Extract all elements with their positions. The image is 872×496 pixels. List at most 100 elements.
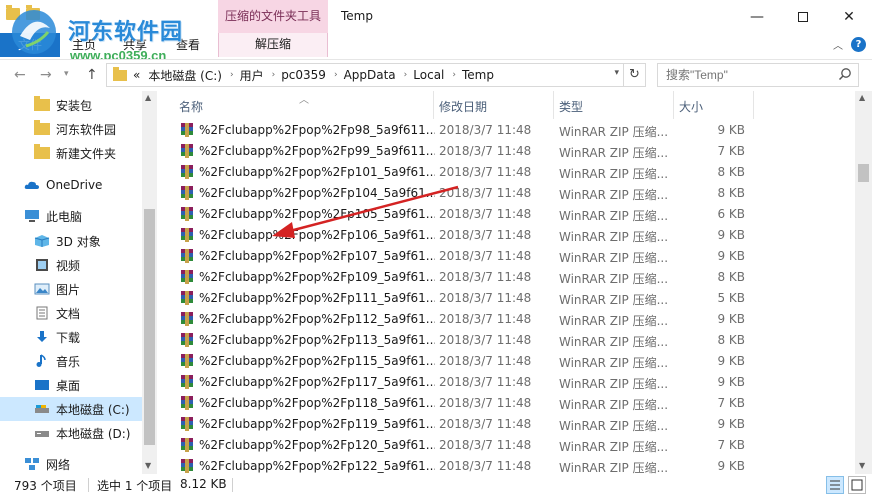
network-icon	[25, 458, 39, 470]
breadcrumb-separator-icon[interactable]: ›	[404, 70, 408, 80]
minimize-button[interactable]: —	[734, 0, 780, 33]
table-row[interactable]: %2Fclubapp%2Fpop%2Fp111_5a9f61... 2018/3/…	[157, 288, 855, 309]
sidebar-item-network[interactable]: 网络	[0, 452, 142, 474]
winrar-archive-icon	[181, 354, 193, 368]
sidebar-item-documents[interactable]: 文档	[0, 301, 142, 325]
scroll-down-icon[interactable]: ▼	[145, 461, 151, 470]
watermark-logo-icon	[12, 10, 56, 54]
sidebar-scrollbar[interactable]: ▲ ▼	[142, 91, 157, 474]
file-date: 2018/3/7 11:48	[439, 375, 532, 389]
address-bar[interactable]: « 本地磁盘 (C:) › 用户 › pc0359 › AppData › Lo…	[106, 63, 646, 87]
file-list-scrollbar[interactable]: ▲ ▼	[855, 91, 872, 474]
file-date: 2018/3/7 11:48	[439, 228, 532, 242]
table-row[interactable]: %2Fclubapp%2Fpop%2Fp105_5a9f61... 2018/3/…	[157, 204, 855, 225]
sidebar-item-music[interactable]: 音乐	[0, 349, 142, 373]
sidebar-item-desktop[interactable]: 桌面	[0, 373, 142, 397]
file-name: %2Fclubapp%2Fpop%2Fp120_5a9f61...	[199, 438, 435, 452]
sidebar-item-onedrive[interactable]: OneDrive	[0, 173, 142, 197]
breadcrumb-users[interactable]: 用户	[240, 67, 264, 84]
sidebar-item-drive-c[interactable]: 本地磁盘 (C:)	[0, 397, 142, 421]
forward-arrow-icon[interactable]: →	[40, 67, 52, 83]
sidebar-item-hedong[interactable]: 河东软件园	[0, 117, 142, 141]
table-row[interactable]: %2Fclubapp%2Fpop%2Fp120_5a9f61... 2018/3/…	[157, 435, 855, 456]
table-row[interactable]: %2Fclubapp%2Fpop%2Fp98_5a9f611... 2018/3/…	[157, 120, 855, 141]
table-row[interactable]: %2Fclubapp%2Fpop%2Fp115_5a9f61... 2018/3/…	[157, 351, 855, 372]
column-header-size[interactable]: 大小	[679, 98, 703, 115]
table-row[interactable]: %2Fclubapp%2Fpop%2Fp101_5a9f61... 2018/3/…	[157, 162, 855, 183]
breadcrumb-drive-c[interactable]: 本地磁盘 (C:)	[148, 67, 222, 84]
search-box[interactable]	[657, 63, 859, 87]
breadcrumb-appdata[interactable]: AppData	[344, 68, 396, 82]
column-divider[interactable]	[753, 91, 754, 119]
search-icon[interactable]	[838, 67, 852, 81]
breadcrumb-separator-icon[interactable]: ›	[230, 70, 234, 80]
column-header-name[interactable]: 名称	[179, 98, 203, 115]
table-row[interactable]: %2Fclubapp%2Fpop%2Fp117_5a9f61... 2018/3/…	[157, 372, 855, 393]
up-arrow-icon[interactable]: ↑	[86, 67, 98, 83]
breadcrumb-temp[interactable]: Temp	[462, 68, 494, 82]
large-icons-view-icon	[851, 479, 863, 491]
breadcrumb-pc0359[interactable]: pc0359	[281, 68, 326, 82]
sidebar-item-3d-objects[interactable]: 3D 对象	[0, 229, 142, 253]
sidebar-item-downloads[interactable]: 下载	[0, 325, 142, 349]
table-row[interactable]: %2Fclubapp%2Fpop%2Fp112_5a9f61... 2018/3/…	[157, 309, 855, 330]
breadcrumb-separator-icon[interactable]: ›	[272, 70, 276, 80]
file-date: 2018/3/7 11:48	[439, 354, 532, 368]
tab-extract[interactable]: 解压缩	[218, 33, 328, 57]
table-row[interactable]: %2Fclubapp%2Fpop%2Fp104_5a9f61... 2018/3/…	[157, 183, 855, 204]
breadcrumb-separator-icon[interactable]: ›	[452, 70, 456, 80]
sidebar-item-this-pc[interactable]: 此电脑	[0, 204, 142, 228]
winrar-archive-icon	[181, 207, 193, 221]
sidebar-item-new-folder[interactable]: 新建文件夹	[0, 141, 142, 165]
sidebar-item-installers[interactable]: 安装包	[0, 93, 142, 117]
sidebar-item-videos[interactable]: 视频	[0, 253, 142, 277]
back-arrow-icon[interactable]: ←	[14, 67, 26, 83]
sidebar-item-drive-d[interactable]: 本地磁盘 (D:)	[0, 421, 142, 445]
table-row[interactable]: %2Fclubapp%2Fpop%2Fp99_5a9f611... 2018/3/…	[157, 141, 855, 162]
file-type: WinRAR ZIP 压缩...	[559, 251, 669, 265]
table-row[interactable]: %2Fclubapp%2Fpop%2Fp119_5a9f61... 2018/3/…	[157, 414, 855, 435]
breadcrumb-separator-icon[interactable]: ›	[334, 70, 338, 80]
help-icon[interactable]: ?	[851, 37, 866, 52]
file-list-scroll-thumb[interactable]	[858, 164, 869, 182]
folder-icon	[34, 144, 50, 159]
documents-icon	[36, 306, 48, 320]
table-row[interactable]: %2Fclubapp%2Fpop%2Fp107_5a9f61... 2018/3/…	[157, 246, 855, 267]
column-header-type[interactable]: 类型	[559, 98, 583, 115]
breadcrumb-overflow[interactable]: «	[133, 68, 140, 82]
recent-locations-chevron-icon[interactable]: ▾	[64, 69, 69, 79]
column-divider[interactable]	[673, 91, 674, 119]
refresh-icon[interactable]: ↻	[623, 64, 645, 86]
address-dropdown-icon[interactable]: ▾	[614, 68, 619, 78]
table-row[interactable]: %2Fclubapp%2Fpop%2Fp118_5a9f61... 2018/3/…	[157, 393, 855, 414]
scroll-up-icon[interactable]: ▲	[145, 93, 151, 102]
search-input[interactable]	[666, 68, 836, 82]
breadcrumb-local[interactable]: Local	[413, 68, 444, 82]
file-name: %2Fclubapp%2Fpop%2Fp101_5a9f61...	[199, 165, 435, 179]
scroll-up-icon[interactable]: ▲	[859, 93, 865, 102]
file-name: %2Fclubapp%2Fpop%2Fp117_5a9f61...	[199, 375, 435, 389]
sidebar-scroll-thumb[interactable]	[144, 209, 155, 445]
table-row[interactable]: %2Fclubapp%2Fpop%2Fp113_5a9f61... 2018/3/…	[157, 330, 855, 351]
file-size: 5 KB	[717, 291, 745, 305]
file-type: WinRAR ZIP 压缩...	[559, 377, 669, 391]
maximize-button[interactable]	[780, 0, 826, 33]
column-divider[interactable]	[433, 91, 434, 119]
file-type: WinRAR ZIP 压缩...	[559, 188, 669, 202]
item-count: 793 个项目	[14, 479, 77, 493]
sort-ascending-icon: ︿	[299, 95, 309, 106]
winrar-archive-icon	[181, 396, 193, 410]
sidebar-item-pictures[interactable]: 图片	[0, 277, 142, 301]
large-icons-view-button[interactable]	[848, 476, 866, 494]
column-divider[interactable]	[553, 91, 554, 119]
column-header-date[interactable]: 修改日期	[439, 98, 487, 115]
table-row[interactable]: %2Fclubapp%2Fpop%2Fp106_5a9f61... 2018/3/…	[157, 225, 855, 246]
close-button[interactable]: ✕	[826, 0, 872, 33]
file-size: 8 KB	[717, 333, 745, 347]
drive-c-icon	[35, 405, 49, 413]
scroll-down-icon[interactable]: ▼	[859, 461, 865, 470]
details-view-button[interactable]	[826, 476, 844, 494]
table-row[interactable]: %2Fclubapp%2Fpop%2Fp109_5a9f61... 2018/3/…	[157, 267, 855, 288]
collapse-ribbon-chevron-icon[interactable]: ︿	[833, 37, 843, 52]
table-row[interactable]: %2Fclubapp%2Fpop%2Fp122_5a9f61... 2018/3/…	[157, 456, 855, 474]
